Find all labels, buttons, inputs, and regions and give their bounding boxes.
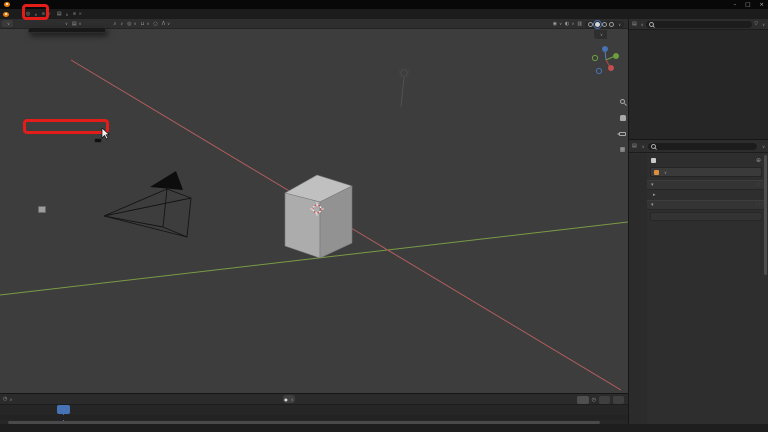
differential-growth-panel-header[interactable]: ▾:: [647,200,765,210]
frame-start-field[interactable] [599,395,610,404]
shading-material-icon[interactable] [602,21,608,27]
outliner: ▤ ▽ [628,19,768,139]
differential-growth-body [650,212,762,221]
gizmo-y-axis[interactable] [613,53,619,59]
timeline-editor: ◷ ● ◷ [0,393,628,425]
transform-orientation[interactable]: ⌕ [114,20,124,27]
timeline-editor-icon[interactable]: ◷ [3,396,7,402]
properties-editor: ▤ ⊕ ▾:: ▸ ▾:: [628,139,768,424]
gizmo-z-axis[interactable] [602,46,608,52]
viewport-image-icon [38,206,46,213]
object-icon [651,158,656,163]
proportional-edit-icon[interactable]: ○ [153,21,157,27]
orientation-icon: ⌕ [113,20,117,27]
blender-window: – □ × ◎ ⊕ × ▤ ⊕ × ▤ ⌕ ◎ ⊔ ○ Λ [0,0,768,432]
playback-controls: ● [283,395,301,403]
cube-object[interactable] [284,174,353,259]
light-object[interactable] [398,67,410,108]
zoom-view-icon[interactable] [618,97,627,106]
properties-options-icon[interactable] [762,144,765,149]
show-overlays-icon[interactable]: ◐ [565,21,574,27]
properties-scrollbar[interactable] [764,155,767,275]
camera-object[interactable] [103,171,192,238]
perspective-toggle-icon[interactable]: ▦ [618,145,627,154]
maximize-button[interactable]: □ [745,2,750,8]
properties-search-input[interactable] [647,142,758,150]
delta-transform-panel[interactable]: ▸ [647,190,765,200]
shading-solid-icon[interactable] [593,19,603,29]
move-view-icon[interactable] [618,113,627,122]
status-bar [0,424,768,432]
use-preview-range-icon[interactable]: ◷ [592,397,596,403]
mouse-cursor [101,128,110,140]
new-viewlayer-icon[interactable]: ⊕ [73,12,77,17]
shading-mode-group [585,19,624,29]
timeline-ruler[interactable] [0,405,628,425]
transform-panel-header[interactable]: ▾:: [647,180,765,190]
edit-menu-dropdown [28,27,106,33]
object-name-field[interactable] [650,167,762,177]
basics-section-label [653,214,759,217]
timeline-keyframe-lane[interactable] [0,415,628,420]
search-icon [650,143,656,149]
properties-tab-strip [629,154,647,424]
xray-toggle-icon[interactable]: ▥ [577,21,582,27]
shading-rendered-icon[interactable] [609,21,615,27]
properties-header: ▤ [629,140,768,153]
camera-view-icon[interactable] [617,129,627,138]
mesh-object-icon [654,169,659,175]
editor-extra-icon[interactable]: ▤ [72,21,82,27]
outliner-filter-icon[interactable]: ▽ [754,21,758,27]
shading-wireframe-icon[interactable] [588,21,594,27]
pin-icon[interactable]: ⊕ [756,157,761,164]
outliner-search-input[interactable] [645,20,753,28]
topbar: ◎ ⊕ × ▤ ⊕ × [0,9,768,19]
breadcrumb: ⊕ [647,154,765,167]
show-gizmo-icon[interactable]: ◉ [553,21,562,27]
timeline-header: ◷ ● ◷ [0,394,628,405]
properties-content: ⊕ ▾:: ▸ ▾:: [647,154,765,424]
remove-viewlayer-icon[interactable]: × [78,12,82,17]
gizmo-z-neg[interactable] [595,67,603,75]
snap-magnet-icon[interactable]: ⊔ [141,21,150,27]
annotation-box-edit-menu [22,4,49,20]
viewlayer-icon: ▤ [56,11,62,17]
outliner-display-mode-icon[interactable]: ▤ [632,21,637,27]
minimize-button[interactable]: – [733,2,736,8]
playhead[interactable] [57,405,70,425]
gizmo-x-axis[interactable] [608,65,614,71]
viewport-3d-scene[interactable] [0,29,628,395]
retopoflow-menu[interactable] [63,21,68,26]
auto-keying-button[interactable]: ● [283,395,295,403]
properties-editor-icon[interactable]: ▤ [632,143,637,149]
outliner-header: ▤ ▽ [629,19,768,30]
frame-end-field[interactable] [613,395,624,404]
pivot-point-icon[interactable]: ◎ [127,21,136,27]
mode-selector[interactable] [2,20,13,27]
current-frame-field[interactable] [576,395,589,404]
blender-logo-icon [4,2,10,7]
search-icon [648,21,654,27]
navigation-gizmo[interactable] [591,46,619,75]
viewport-nav-buttons: ▦ [617,97,627,154]
gizmo-y-neg[interactable] [591,54,599,62]
proportional-falloff-icon[interactable]: Λ [162,21,170,27]
camera-up-triangle [150,171,183,190]
annotation-box-preferences [23,119,109,134]
blender-menu-icon[interactable] [3,11,9,17]
os-titlebar: – □ × [0,0,768,9]
close-button[interactable]: × [759,2,764,8]
